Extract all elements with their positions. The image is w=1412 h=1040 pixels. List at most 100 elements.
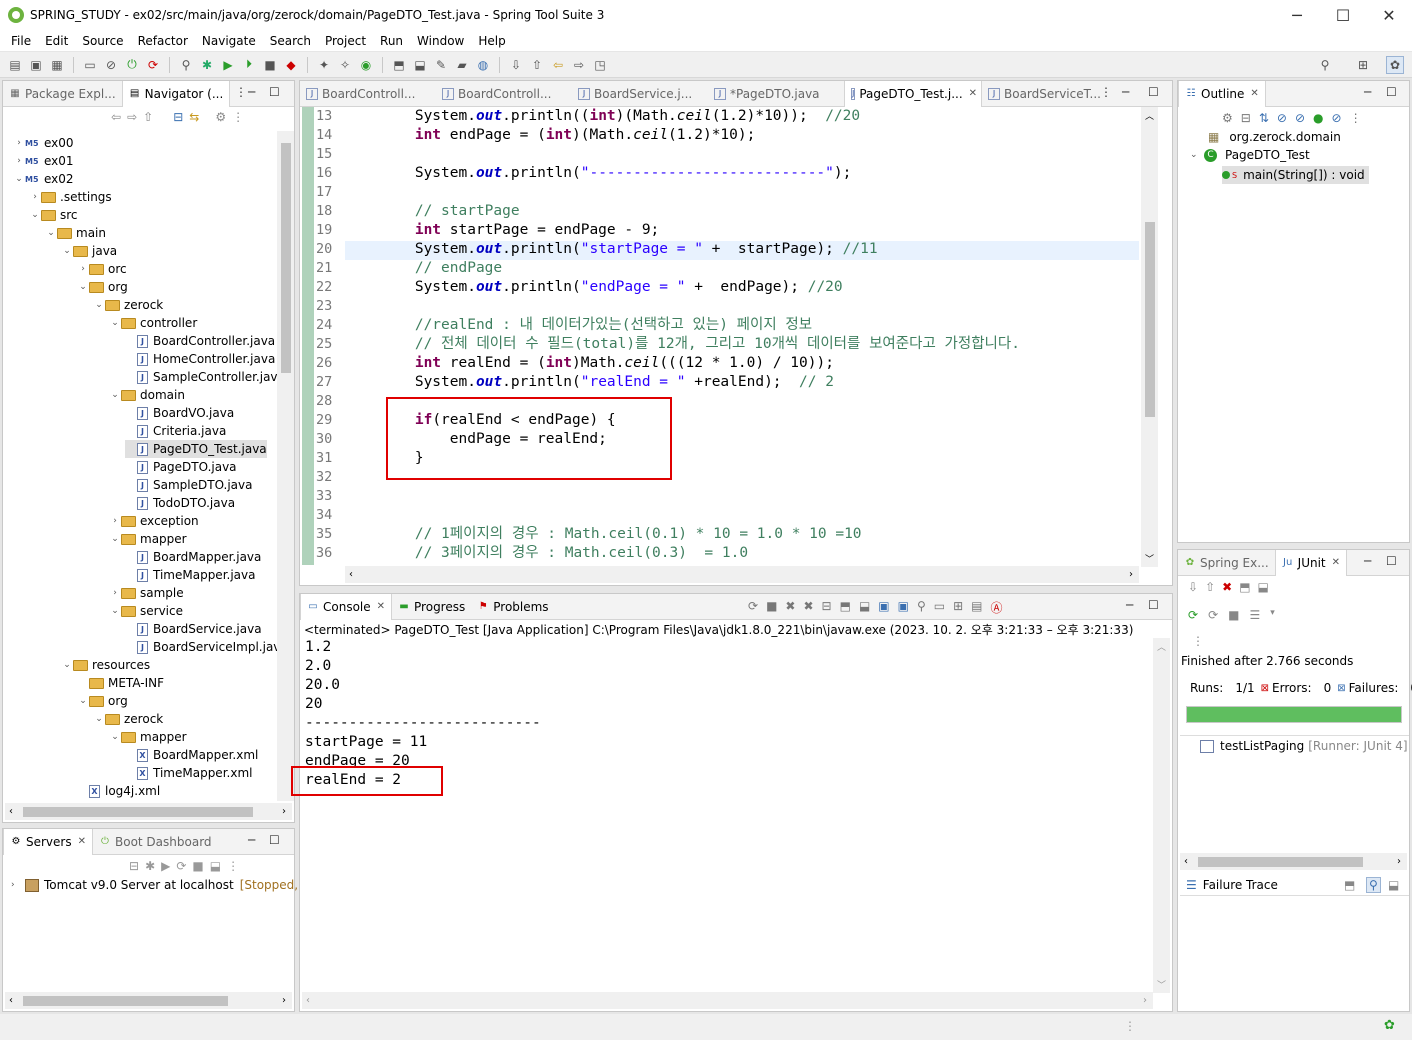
code-line[interactable]: System.out.println("--------------------… <box>345 164 852 183</box>
code-line[interactable]: int endPage = (int)(Math.ceil(1.2)*10); <box>345 126 756 145</box>
view-menu-icon[interactable]: ⋮ <box>232 110 244 124</box>
tab-outline[interactable]: ☷ Outline ✕ <box>1178 80 1266 107</box>
explorer-vscroll[interactable] <box>277 131 294 801</box>
tree-item[interactable]: ⌄ src <box>29 206 77 224</box>
profile-server-icon[interactable]: ⟳ <box>176 859 186 873</box>
open-task-icon[interactable]: ⬓ <box>411 56 429 74</box>
code-line[interactable]: // endPage <box>345 259 502 278</box>
collapse-icon[interactable]: ⌄ <box>93 300 105 310</box>
collapse-icon[interactable]: ⌄ <box>109 318 121 328</box>
tree-item[interactable]: X BoardMapper.xml <box>125 746 258 764</box>
prev-failure-icon[interactable]: ⇧ <box>1205 580 1215 594</box>
server-row[interactable]: › Tomcat v9.0 Server at localhost [Stopp… <box>11 878 317 892</box>
view-menu-icon[interactable]: ⋮ <box>235 85 247 99</box>
view-menu-icon[interactable]: ⋮ <box>1100 85 1112 99</box>
show-stdout-icon[interactable]: ▣ <box>878 599 889 616</box>
tree-item[interactable]: log4jdbc.log4j2.properties <box>77 800 262 802</box>
collapse-icon[interactable]: ⌄ <box>109 390 121 400</box>
tab-junit[interactable]: Ju JUnit ✕ <box>1274 549 1348 576</box>
expand-icon[interactable]: › <box>109 588 121 598</box>
java-console-icon[interactable]: ▤ <box>971 599 982 616</box>
minimize-view-icon[interactable]: ─ <box>248 85 255 99</box>
editor-tab[interactable]: J BoardControll... <box>436 81 572 107</box>
search-tool-icon[interactable]: ✎ <box>432 56 450 74</box>
forward-icon[interactable]: ⇨ <box>127 110 137 124</box>
collapse-icon[interactable]: ⌄ <box>61 660 73 670</box>
editor-tab[interactable]: J BoardControll... <box>300 81 436 107</box>
prev-annotation-icon[interactable]: ⇧ <box>528 56 546 74</box>
rerun-icon[interactable]: ⟳ <box>1188 608 1198 622</box>
tree-item[interactable]: ⌄ domain <box>109 386 185 404</box>
stop-server-icon[interactable]: ■ <box>192 859 203 873</box>
compare-icon[interactable]: ⚲ <box>1366 876 1381 893</box>
open-console-icon[interactable]: ⊞ <box>953 599 963 616</box>
menu-refactor[interactable]: Refactor <box>131 34 195 48</box>
editor-tab[interactable]: J *PageDTO.java <box>708 81 844 107</box>
clear-console-icon[interactable]: ⊟ <box>822 599 832 616</box>
expand-icon[interactable]: › <box>109 516 121 526</box>
outline-class[interactable]: ⌄ C PageDTO_Test <box>1190 148 1310 162</box>
start-server-icon[interactable]: ▶ <box>161 859 170 873</box>
hide-static-icon[interactable]: ⊘ <box>1295 111 1305 125</box>
tree-item[interactable]: Xlog4j.xml <box>77 782 160 800</box>
tab-console[interactable]: ▭ Console ✕ <box>300 593 393 620</box>
junit-hscroll[interactable]: ‹ › <box>1180 853 1407 870</box>
publish-server-icon[interactable]: ⬓ <box>210 859 221 873</box>
maximize-view-icon[interactable]: ☐ <box>269 85 280 99</box>
minimize-button[interactable]: ─ <box>1274 0 1320 30</box>
tree-item[interactable]: J Criteria.java <box>125 422 226 440</box>
word-wrap-icon[interactable]: ⬓ <box>859 599 870 616</box>
collapse-icon[interactable]: ⌄ <box>109 606 121 616</box>
terminate-icon[interactable]: ■ <box>766 599 777 616</box>
history-icon[interactable]: ☰ <box>1249 608 1260 622</box>
collapse-icon[interactable]: ⌄ <box>45 228 57 238</box>
close-icon[interactable]: ✕ <box>78 836 86 847</box>
save-all-icon[interactable]: ▦ <box>48 56 66 74</box>
menu-run[interactable]: Run <box>373 34 410 48</box>
tree-item[interactable]: › exception <box>109 512 198 530</box>
collapse-icon[interactable]: ⌄ <box>109 732 121 742</box>
code-line[interactable]: int realEnd = (int)Math.ceil(((12 * 1.0)… <box>345 354 834 373</box>
expand-icon[interactable]: › <box>13 156 25 166</box>
tree-item[interactable]: J BoardServiceImpl.java <box>125 638 288 656</box>
minimize-view-icon[interactable]: ─ <box>1364 85 1371 99</box>
new-package-icon[interactable]: ✧ <box>336 56 354 74</box>
tree-item[interactable]: J TodoDTO.java <box>125 494 235 512</box>
link-editor-icon[interactable]: ⇆ <box>189 110 199 124</box>
editor-tab[interactable]: J BoardServiceT... <box>982 81 1118 107</box>
outline-method[interactable]: S main(String[]) : void <box>1222 166 1369 184</box>
expand-icon[interactable]: › <box>77 264 89 274</box>
tree-item[interactable]: › M5 ex01 <box>13 152 73 170</box>
scroll-lock-icon[interactable]: ⬒ <box>1239 580 1250 594</box>
tree-item[interactable]: › sample <box>109 584 183 602</box>
open-perspective-icon[interactable]: ⊞ <box>1354 56 1372 74</box>
code-line[interactable]: System.out.println("startPage = " + star… <box>345 240 878 259</box>
minimize-view-icon[interactable]: ─ <box>1364 554 1371 568</box>
editor-tab[interactable]: J BoardService.j... <box>572 81 708 107</box>
more-icon[interactable]: ⋮ <box>1192 634 1204 648</box>
test-row[interactable]: testListPaging [Runner: JUnit 4] (0. <box>1200 739 1412 753</box>
collapse-icon[interactable]: ⌄ <box>1190 150 1204 160</box>
hide-nonpublic-icon[interactable]: ● <box>1313 111 1323 125</box>
tree-item[interactable]: J SampleDTO.java <box>125 476 252 494</box>
run-icon[interactable]: ▶ <box>219 56 237 74</box>
menu-search[interactable]: Search <box>263 34 318 48</box>
back-icon[interactable]: ⇦ <box>111 110 121 124</box>
spring-boot-icon[interactable]: ⏻ <box>123 56 141 74</box>
debug-server-icon[interactable]: ✱ <box>145 859 155 873</box>
code-line[interactable]: // 전체 데이터 수 필드(total)를 12개, 그리고 10개씩 데이터… <box>345 335 1020 354</box>
close-icon[interactable]: ✕ <box>1332 557 1340 568</box>
tree-item[interactable]: ⌄ org <box>77 692 127 710</box>
tree-item[interactable]: ⌄ mapper <box>109 530 186 548</box>
servers-hscroll[interactable]: ‹ › <box>5 992 292 1009</box>
terminal-icon[interactable]: ▭ <box>81 56 99 74</box>
close-icon[interactable]: ✕ <box>1250 88 1258 99</box>
tab-servers[interactable]: ⚙ Servers ✕ <box>3 828 93 855</box>
stop-icon[interactable]: ■ <box>261 56 279 74</box>
tab-navigator[interactable]: ▤ Navigator (... <box>121 80 231 107</box>
tab-spring-explorer[interactable]: ✿ Spring Ex... <box>1178 550 1275 576</box>
sort-icon[interactable]: ⇅ <box>1259 111 1269 125</box>
expand-icon[interactable]: › <box>29 192 41 202</box>
globe-icon[interactable]: ◍ <box>474 56 492 74</box>
close-icon[interactable]: ✕ <box>969 88 977 99</box>
